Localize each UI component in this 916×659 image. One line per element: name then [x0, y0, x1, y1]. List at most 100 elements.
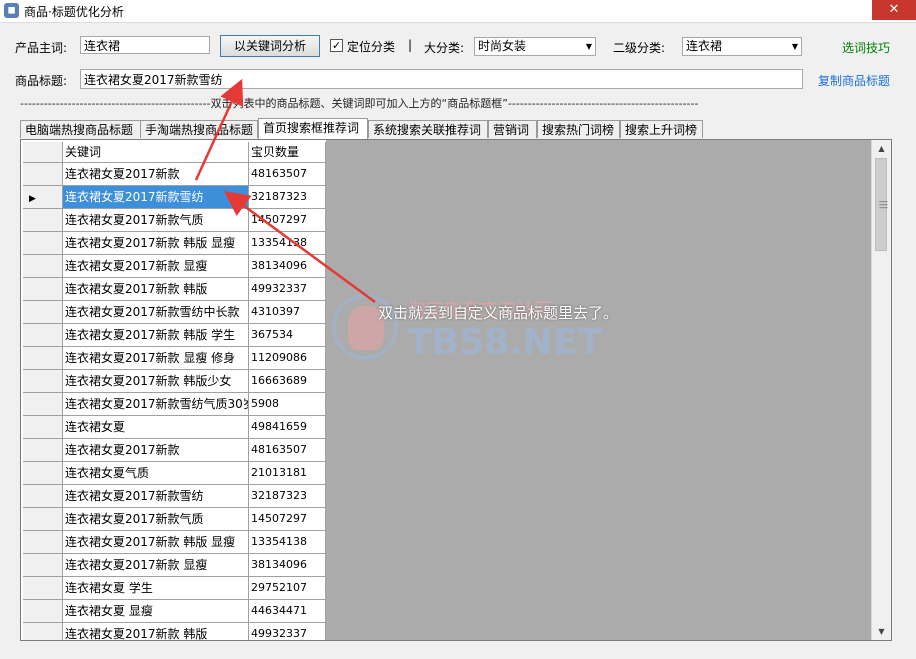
row-header[interactable]	[23, 623, 63, 640]
table-row[interactable]: ▶ 连衣裙女夏2017新款雪纺 32187323	[23, 186, 326, 209]
table-row[interactable]: 连衣裙女夏2017新款 48163507	[23, 163, 326, 186]
count-cell[interactable]: 16663689	[249, 370, 326, 393]
row-header[interactable]	[23, 232, 63, 255]
main-word-input[interactable]: 连衣裙	[80, 36, 210, 54]
count-cell[interactable]: 4310397	[249, 301, 326, 324]
keyword-cell[interactable]: 连衣裙女夏 显瘦	[63, 600, 249, 623]
tab-marketing-words[interactable]: 营销词	[488, 120, 537, 138]
keyword-cell[interactable]: 连衣裙女夏2017新款	[63, 439, 249, 462]
row-header[interactable]	[23, 485, 63, 508]
count-cell[interactable]: 48163507	[249, 163, 326, 186]
table-row[interactable]: 连衣裙女夏 显瘦 44634471	[23, 600, 326, 623]
keyword-cell[interactable]: 连衣裙女夏	[63, 416, 249, 439]
count-cell[interactable]: 13354138	[249, 531, 326, 554]
tab-mobile-hot-titles[interactable]: 手淘端热搜商品标题	[140, 120, 258, 138]
row-header[interactable]	[23, 531, 63, 554]
keyword-cell[interactable]: 连衣裙女夏2017新款气质	[63, 209, 249, 232]
row-header[interactable]	[23, 439, 63, 462]
count-cell[interactable]: 13354138	[249, 232, 326, 255]
count-cell[interactable]: 49932337	[249, 278, 326, 301]
analyze-keyword-button[interactable]: 以关键词分析	[220, 35, 320, 57]
row-header[interactable]	[23, 278, 63, 301]
tab-related-suggest[interactable]: 系统搜索关联推荐词	[368, 120, 488, 138]
count-cell[interactable]: 14507297	[249, 508, 326, 531]
table-row[interactable]: 连衣裙女夏2017新款 显瘦 38134096	[23, 255, 326, 278]
vertical-scrollbar[interactable]: ▲ — — — ▼	[871, 140, 891, 640]
word-tips-link[interactable]: 选词技巧	[842, 39, 890, 56]
count-cell[interactable]: 11209086	[249, 347, 326, 370]
keyword-cell[interactable]: 连衣裙女夏气质	[63, 462, 249, 485]
row-header[interactable]	[23, 370, 63, 393]
row-header[interactable]	[23, 301, 63, 324]
table-row[interactable]: 连衣裙女夏2017新款雪纺中长款 4310397	[23, 301, 326, 324]
count-cell[interactable]: 21013181	[249, 462, 326, 485]
count-cell[interactable]: 38134096	[249, 255, 326, 278]
count-cell[interactable]: 48163507	[249, 439, 326, 462]
locate-category-checkbox[interactable]: ✓	[330, 39, 343, 52]
table-row[interactable]: 连衣裙女夏2017新款 48163507	[23, 439, 326, 462]
row-header[interactable]	[23, 416, 63, 439]
table-row[interactable]: 连衣裙女夏2017新款气质 14507297	[23, 508, 326, 531]
keyword-cell[interactable]: 连衣裙女夏2017新款雪纺	[63, 485, 249, 508]
keyword-cell[interactable]: 连衣裙女夏2017新款 韩版 显瘦	[63, 531, 249, 554]
row-header[interactable]	[23, 600, 63, 623]
scroll-thumb[interactable]: — — —	[875, 158, 888, 251]
table-row[interactable]: 连衣裙女夏2017新款 显瘦 38134096	[23, 554, 326, 577]
row-header[interactable]	[23, 209, 63, 232]
keyword-cell[interactable]: 连衣裙女夏2017新款雪纺中长款	[63, 301, 249, 324]
column-header-count[interactable]: 宝贝数量	[249, 142, 326, 163]
scroll-up-icon[interactable]: ▲	[872, 140, 891, 157]
keyword-cell[interactable]: 连衣裙女夏2017新款 韩版 显瘦	[63, 232, 249, 255]
table-row[interactable]: 连衣裙女夏2017新款 韩版少女 16663689	[23, 370, 326, 393]
row-header[interactable]	[23, 554, 63, 577]
table-row[interactable]: 连衣裙女夏2017新款 韩版 显瘦 13354138	[23, 531, 326, 554]
scroll-down-icon[interactable]: ▼	[872, 623, 891, 640]
keyword-cell[interactable]: 连衣裙女夏2017新款气质	[63, 508, 249, 531]
keyword-cell[interactable]: 连衣裙女夏2017新款雪纺	[63, 186, 249, 209]
table-row[interactable]: 连衣裙女夏2017新款雪纺气质30岁 5908	[23, 393, 326, 416]
row-header[interactable]	[23, 508, 63, 531]
row-header[interactable]	[23, 324, 63, 347]
count-cell[interactable]: 29752107	[249, 577, 326, 600]
count-cell[interactable]: 367534	[249, 324, 326, 347]
table-row[interactable]: 连衣裙女夏2017新款 韩版 49932337	[23, 278, 326, 301]
count-cell[interactable]: 44634471	[249, 600, 326, 623]
close-button[interactable]: ✕	[872, 0, 916, 20]
row-header[interactable]	[23, 347, 63, 370]
table-row[interactable]: 连衣裙女夏气质 21013181	[23, 462, 326, 485]
keyword-cell[interactable]: 连衣裙女夏2017新款 韩版少女	[63, 370, 249, 393]
tab-pc-hot-titles[interactable]: 电脑端热搜商品标题	[20, 120, 141, 138]
row-header[interactable]	[23, 255, 63, 278]
category-select[interactable]: 时尚女装 ▼	[474, 37, 596, 56]
table-row[interactable]: 连衣裙女夏 49841659	[23, 416, 326, 439]
keyword-cell[interactable]: 连衣裙女夏2017新款 显瘦 修身	[63, 347, 249, 370]
column-header-keyword[interactable]: 关键词	[63, 142, 249, 163]
table-row[interactable]: 连衣裙女夏2017新款 韩版 学生 367534	[23, 324, 326, 347]
row-header[interactable]: ▶	[23, 186, 63, 209]
table-row[interactable]: 连衣裙女夏2017新款雪纺 32187323	[23, 485, 326, 508]
keyword-cell[interactable]: 连衣裙女夏2017新款 显瘦	[63, 554, 249, 577]
count-cell[interactable]: 38134096	[249, 554, 326, 577]
row-header[interactable]	[23, 462, 63, 485]
keyword-cell[interactable]: 连衣裙女夏2017新款 韩版	[63, 278, 249, 301]
table-row[interactable]: 连衣裙女夏2017新款 显瘦 修身 11209086	[23, 347, 326, 370]
table-row[interactable]: 连衣裙女夏 学生 29752107	[23, 577, 326, 600]
tab-hot-words-rank[interactable]: 搜索热门词榜	[537, 120, 620, 138]
count-cell[interactable]: 49841659	[249, 416, 326, 439]
count-cell[interactable]: 5908	[249, 393, 326, 416]
count-cell[interactable]: 32187323	[249, 485, 326, 508]
keyword-cell[interactable]: 连衣裙女夏2017新款 显瘦	[63, 255, 249, 278]
keyword-cell[interactable]: 连衣裙女夏2017新款 韩版	[63, 623, 249, 640]
table-row[interactable]: 连衣裙女夏2017新款 韩版 显瘦 13354138	[23, 232, 326, 255]
row-header[interactable]	[23, 393, 63, 416]
count-cell[interactable]: 32187323	[249, 186, 326, 209]
count-cell[interactable]: 14507297	[249, 209, 326, 232]
row-header[interactable]	[23, 163, 63, 186]
table-row[interactable]: 连衣裙女夏2017新款 韩版 49932337	[23, 623, 326, 640]
tab-rising-words-rank[interactable]: 搜索上升词榜	[620, 120, 703, 138]
keyword-cell[interactable]: 连衣裙女夏2017新款	[63, 163, 249, 186]
subcategory-select[interactable]: 连衣裙 ▼	[682, 37, 802, 56]
keyword-cell[interactable]: 连衣裙女夏 学生	[63, 577, 249, 600]
row-header[interactable]	[23, 577, 63, 600]
count-cell[interactable]: 49932337	[249, 623, 326, 640]
